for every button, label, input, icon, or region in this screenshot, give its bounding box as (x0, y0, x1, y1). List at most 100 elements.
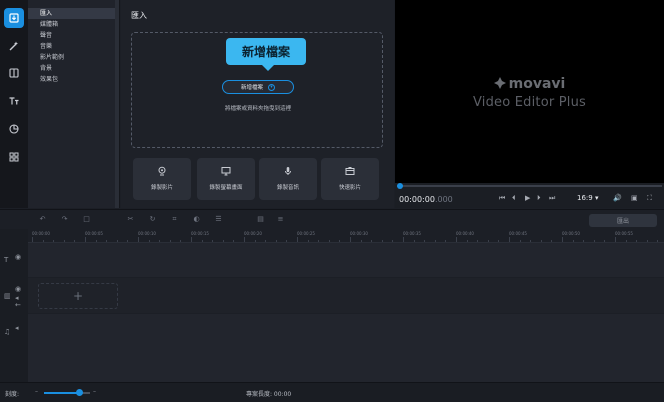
add-clip-slot[interactable]: + (38, 283, 118, 309)
ruler-tick-mark (106, 240, 108, 242)
seek-bar[interactable] (397, 183, 662, 189)
category-scrollbar[interactable] (115, 0, 119, 208)
go-to-start-icon[interactable]: ⏮ (499, 194, 505, 203)
title-track-visibility-icon[interactable]: ◉ (15, 253, 21, 261)
snapshot-icon[interactable]: ▣ (631, 194, 638, 202)
chevron-down-icon: ▾ (268, 83, 275, 91)
volume-icon[interactable]: 🔊 (613, 194, 622, 202)
category-sounds[interactable]: 聲音 (28, 30, 119, 41)
ruler-tick-mark (275, 240, 277, 242)
record-audio-button[interactable]: 錄製音訊 (259, 158, 317, 200)
redo-icon[interactable]: ↷ (60, 215, 69, 224)
player-controls: 00:00:00.000 ⏮ ⏴ ▶ ⏵ ⏭ 16:9 ▾ 🔊 ▣ ⛶ (395, 183, 664, 208)
cut-icon[interactable]: ✂ (126, 215, 135, 224)
category-media-bin[interactable]: 媒體箱 (28, 19, 119, 30)
zoom-label: 刻度: (5, 391, 20, 398)
audio-settings-icon[interactable]: ≡ (276, 215, 285, 224)
ruler-tick-mark (191, 237, 192, 242)
ruler-tick-mark (540, 240, 542, 242)
category-import[interactable]: 匯入 (28, 8, 119, 19)
play-icon[interactable]: ▶ (525, 194, 530, 202)
ruler-tick-mark (498, 240, 500, 242)
ruler-tick-mark (371, 240, 373, 242)
magic-wand-icon[interactable] (4, 36, 24, 56)
ruler-tick-mark (297, 237, 298, 242)
transitions-icon[interactable] (4, 63, 24, 83)
rotate-icon[interactable]: ↻ (148, 215, 157, 224)
ruler-tick-mark (530, 240, 532, 242)
fullscreen-icon[interactable]: ⛶ (647, 194, 652, 203)
record-screen-button[interactable]: 錄製螢幕畫面 (197, 158, 255, 200)
export-button[interactable]: 匯出 (589, 214, 657, 227)
next-frame-icon[interactable]: ⏵ (537, 194, 541, 203)
ruler-tick-mark (169, 240, 171, 242)
timecode-main: 00:00:00 (399, 195, 435, 204)
file-drop-zone[interactable]: 新增檔案 新增檔案 ▾ 將檔案或資料夾拖曳到這裡 (131, 32, 383, 148)
category-sample-videos[interactable]: 影片範例 (28, 52, 119, 63)
ruler-tick-mark (434, 240, 436, 242)
zoom-handle[interactable] (76, 389, 83, 396)
video-preview[interactable]: movavi Video Editor Plus (395, 0, 664, 183)
ruler-tick-mark (562, 237, 563, 242)
ruler-tick-mark (445, 240, 447, 242)
ruler-tick-label: 00:00:05 (85, 231, 103, 236)
zoom-in-icon[interactable]: – (93, 388, 96, 395)
monitor-icon (221, 167, 231, 176)
stickers-icon[interactable] (4, 119, 24, 139)
category-effect-packs[interactable]: 效果包 (28, 74, 119, 85)
ruler-tick-mark (318, 240, 320, 242)
import-icon[interactable] (4, 8, 24, 28)
go-to-end-icon[interactable]: ⏭ (549, 194, 555, 203)
ruler-tick-mark (456, 237, 457, 242)
video-link-icon[interactable]: ← (15, 301, 21, 309)
aspect-ratio-select[interactable]: 16:9 ▾ (577, 194, 598, 202)
crop-icon[interactable]: ⌗ (170, 215, 179, 224)
ruler-tick-mark (487, 240, 489, 242)
microphone-icon (285, 167, 291, 175)
undo-icon[interactable]: ↶ (38, 215, 47, 224)
quick-video-label: 快速影片 (338, 185, 361, 191)
ruler-tick-label: 00:00:00 (32, 231, 50, 236)
overlay-icon[interactable]: ▤ (256, 215, 265, 224)
timeline-ruler[interactable]: 00:00:00 00:00:05 00:00:10 00:00:15 00:00:20… (28, 229, 664, 243)
record-video-button[interactable]: 錄製影片 (133, 158, 191, 200)
project-duration: 專案長度: 00:00 (246, 391, 292, 398)
panel-title: 匯入 (131, 11, 147, 20)
audio-track[interactable] (28, 314, 664, 382)
zoom-slider[interactable] (44, 389, 90, 396)
ruler-tick-mark (265, 240, 267, 242)
previous-frame-icon[interactable]: ⏴ (512, 194, 516, 203)
zoom-out-icon[interactable]: – (35, 388, 38, 395)
brand-name: movavi (508, 76, 566, 92)
title-track[interactable] (28, 243, 664, 277)
add-files-button[interactable]: 新增檔案 ▾ (222, 80, 294, 94)
category-backgrounds[interactable]: 背景 (28, 63, 119, 74)
seek-handle[interactable] (397, 183, 403, 189)
ruler-tick-mark (127, 240, 129, 242)
clip-properties-icon[interactable]: ☰ (214, 215, 223, 224)
ruler-tick-mark (32, 237, 33, 242)
record-audio-label: 錄製音訊 (276, 185, 299, 191)
ruler-tick-mark (85, 237, 86, 242)
video-visibility-icon[interactable]: ◉ (15, 285, 21, 293)
category-music[interactable]: 音樂 (28, 41, 119, 52)
side-toolbar (0, 0, 28, 208)
video-track[interactable]: + (28, 278, 664, 313)
aspect-ratio-value: 16:9 (577, 194, 593, 202)
titles-icon[interactable] (4, 91, 24, 111)
ruler-tick-mark (583, 240, 585, 242)
audio-mute-icon[interactable]: ◂ (15, 324, 19, 332)
add-files-callout: 新增檔案 (226, 38, 306, 71)
track-headers: T ◉ ▥ ◉ ◂ ← ♫ ◂ (0, 229, 28, 382)
ruler-tick-mark (116, 240, 118, 242)
ruler-tick-mark (53, 240, 55, 242)
ruler-tick-mark (615, 237, 616, 242)
delete-icon[interactable]: □ (82, 215, 91, 224)
ruler-tick-mark (63, 240, 65, 242)
ruler-tick-mark (339, 240, 341, 242)
color-adjust-icon[interactable]: ◐ (192, 215, 201, 224)
ruler-tick-label: 00:00:30 (350, 231, 368, 236)
more-tools-icon[interactable] (4, 147, 24, 167)
movavi-editor-window: 匯入 媒體箱 聲音 音樂 影片範例 背景 效果包 匯入 新增檔案 新增檔案 ▾ … (0, 0, 664, 402)
quick-video-button[interactable]: 快速影片 (321, 158, 379, 200)
